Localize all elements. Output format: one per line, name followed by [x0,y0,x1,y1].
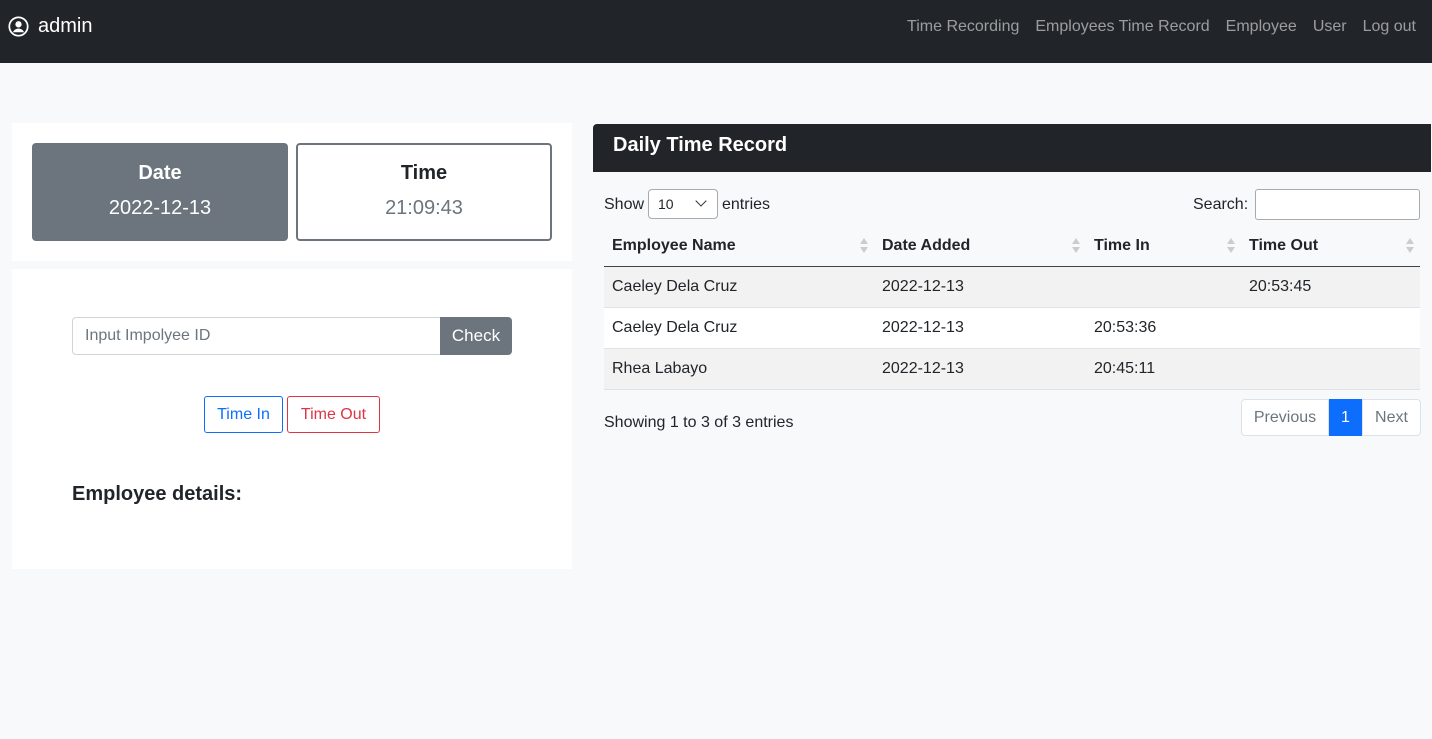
page-1-button[interactable]: 1 [1329,399,1362,436]
table-info: Showing 1 to 3 of 3 entries [604,414,794,431]
time-label: Time [400,162,448,184]
brand-label: admin [38,15,93,37]
nav-user[interactable]: User [1313,17,1347,37]
col-time-out[interactable]: Time Out [1241,226,1420,267]
cell-time-in: 20:45:11 [1086,348,1241,390]
navbar: admin Time Recording Employees Time Reco… [0,0,1432,63]
col-label: Date Added [882,236,971,254]
table-row: Rhea Labayo 2022-12-13 20:45:11 [604,348,1420,390]
nav-log-out[interactable]: Log out [1363,17,1416,37]
sort-icon [1072,238,1080,254]
cell-date-added: 2022-12-13 [874,348,1086,390]
show-label: Show [604,196,645,213]
nav-links: Time Recording Employees Time Record Emp… [907,17,1416,37]
cell-time-in [1086,266,1241,308]
col-label: Time In [1094,236,1150,254]
cell-time-in: 20:53:36 [1086,307,1241,349]
sort-icon [1227,238,1235,254]
employee-id-input[interactable] [72,317,441,355]
table-row: Caeley Dela Cruz 2022-12-13 20:53:45 [604,266,1420,308]
cell-time-out: 20:53:45 [1241,266,1420,308]
time-box: Time 21:09:43 [296,143,552,241]
time-out-button[interactable]: Time Out [287,396,380,433]
time-in-button[interactable]: Time In [204,396,283,433]
sort-icon [1406,238,1414,254]
pagination: Previous 1 Next [1241,399,1421,436]
nav-time-recording[interactable]: Time Recording [907,17,1019,37]
table-row: Caeley Dela Cruz 2022-12-13 20:53:36 [604,307,1420,349]
employee-details-heading: Employee details: [72,483,243,505]
search-label: Search: [1193,196,1249,213]
col-label: Employee Name [612,236,736,254]
cell-time-out [1241,307,1420,349]
col-label: Time Out [1249,236,1319,254]
chevron-down-icon [695,195,707,207]
time-value: 21:09:43 [385,197,463,219]
entries-select[interactable]: 10 [648,189,718,219]
nav-employees-time-record[interactable]: Employees Time Record [1035,17,1209,37]
entries-select-value: 10 [658,196,674,212]
date-box: Date 2022-12-13 [32,143,288,241]
clock-card: Date 2022-12-13 Time 21:09:43 [12,123,572,261]
cell-employee-name: Rhea Labayo [604,348,874,390]
col-date-added[interactable]: Date Added [874,226,1086,267]
dtr-table: Employee Name Date Added Time In Time Ou… [604,226,1420,390]
cell-date-added: 2022-12-13 [874,266,1086,308]
col-time-in[interactable]: Time In [1086,226,1241,267]
sort-icon [860,238,868,254]
cell-time-out [1241,348,1420,390]
previous-button[interactable]: Previous [1241,399,1329,436]
date-label: Date [138,162,182,184]
dtr-header: Daily Time Record [593,124,1431,172]
user-circle-icon [8,16,29,37]
check-button[interactable]: Check [440,317,512,355]
brand[interactable]: admin [8,15,92,38]
cell-employee-name: Caeley Dela Cruz [604,307,874,349]
next-button[interactable]: Next [1362,399,1421,436]
search-input[interactable] [1255,189,1420,220]
date-value: 2022-12-13 [108,197,212,219]
cell-date-added: 2022-12-13 [874,307,1086,349]
entries-label: entries [722,196,771,213]
cell-employee-name: Caeley Dela Cruz [604,266,874,308]
nav-employee[interactable]: Employee [1226,17,1297,37]
col-employee-name[interactable]: Employee Name [604,226,874,267]
time-record-form: Check Time In Time Out Employee details: [12,269,572,569]
table-header-row: Employee Name Date Added Time In Time Ou… [604,226,1420,267]
dtr-title: Daily Time Record [613,134,788,156]
